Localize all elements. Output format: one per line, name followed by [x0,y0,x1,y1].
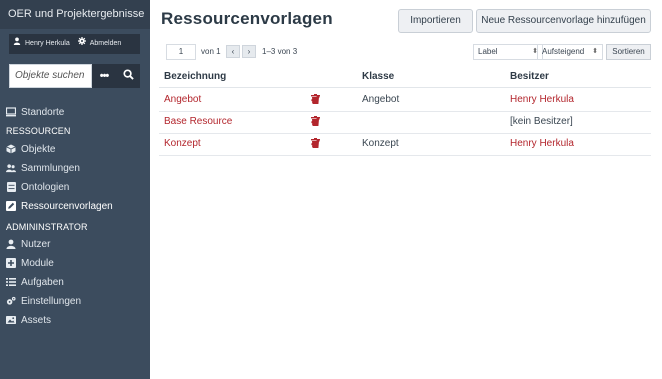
page-input[interactable]: 1 [166,44,196,60]
ellipsis-icon: ••• [99,70,110,82]
column-header-label: Bezeichnung [164,71,227,82]
sidebar-item-aufgaben[interactable]: Aufgaben [0,273,150,291]
search-button[interactable] [116,64,140,88]
list-icon [6,277,16,287]
more-actions-icon[interactable]: ••• [311,139,319,149]
sidebar-item-assets[interactable]: Assets [0,311,150,329]
app-brand[interactable]: OER und Projektergebnisse [0,0,150,29]
column-header-class: Klasse [362,71,395,82]
main-content: Ressourcenvorlagen Importieren Neue Ress… [150,0,662,379]
search-form: Objekte suchen ••• [9,64,140,88]
more-actions-icon[interactable]: ••• [311,117,319,127]
chevron-left-icon: ‹ [231,47,235,56]
sort-by-value: Label [478,47,498,56]
sort-order-value: Aufsteigend [542,47,585,56]
table-header: Bezeichnung Klasse Besitzer [159,68,651,88]
previous-page-button[interactable]: ‹ [226,45,240,58]
edit-icon [6,201,16,211]
user-icon [13,34,21,54]
plus-square-icon [6,258,16,268]
monitor-icon [6,107,16,117]
sidebar-item-label: Einstellungen [21,295,82,307]
table-row: Konzept ••• Konzept Henry Herkula [159,133,651,156]
logout-link[interactable]: Abmelden [90,34,122,54]
template-label-link[interactable]: Konzept [164,138,201,149]
server-icon [6,182,16,192]
sort-by-select[interactable]: Label ⬍ [473,44,543,60]
column-header-owner: Besitzer [510,71,549,82]
user-name-link[interactable]: Henry Herkula [25,34,70,54]
page-title: Ressourcenvorlagen [161,9,333,28]
sidebar-item-label: Nutzer [21,238,51,250]
table-row: Base Resource ••• [kein Besitzer] [159,111,651,134]
pagination-bar: 1 von 1 ‹ › 1–3 von 3 Label ⬍ Aufsteigen… [159,44,651,60]
gear-icon [77,34,86,54]
import-button[interactable]: Importieren [398,9,473,33]
more-actions-icon[interactable]: ••• [311,95,319,105]
image-icon [6,315,16,325]
template-class: Angebot [362,94,400,105]
result-range: 1–3 von 3 [262,47,298,56]
template-label-link[interactable]: Angebot [164,94,201,105]
sidebar-item-label: Standorte [21,106,65,118]
add-resource-template-button[interactable]: Neue Ressourcenvorlage hinzufügen [476,9,651,33]
sidebar-item-label: Module [21,257,54,269]
sidebar-item-label: Aufgaben [21,276,64,288]
template-label-link[interactable]: Base Resource [164,116,232,127]
section-heading-admin: ADMININSTRATOR [6,222,88,232]
sidebar-item-nutzer[interactable]: Nutzer [0,235,150,253]
owner-text: [kein Besitzer] [510,116,573,127]
search-icon [122,69,134,83]
table-row: Angebot ••• Angebot Henry Herkula [159,89,651,112]
sidebar-item-ressourcenvorlagen[interactable]: Ressourcenvorlagen [0,197,150,215]
sort-button[interactable]: Sortieren [606,44,651,60]
sidebar-item-label: Objekte [21,143,56,155]
cube-icon [6,144,16,154]
sidebar-item-label: Sammlungen [21,162,80,174]
cogs-icon [6,296,16,306]
sidebar: OER und Projektergebnisse Henry Herkula … [0,0,150,379]
sidebar-item-label: Ontologien [21,181,70,193]
section-heading-resources: RESSOURCEN [6,126,71,136]
sidebar-item-einstellungen[interactable]: Einstellungen [0,292,150,310]
select-caret-icon: ⬍ [592,48,598,55]
sidebar-item-label: Ressourcenvorlagen [21,200,113,212]
owner-link[interactable]: Henry Herkula [510,94,574,105]
users-icon [6,163,16,173]
page-count: von 1 [201,47,221,56]
sidebar-item-objekte[interactable]: Objekte [0,140,150,158]
template-class: Konzept [362,138,399,149]
next-page-button[interactable]: › [242,45,256,58]
sidebar-item-label: Assets [21,314,52,326]
owner-link[interactable]: Henry Herkula [510,138,574,149]
sidebar-item-sammlungen[interactable]: Sammlungen [0,159,150,177]
search-input[interactable]: Objekte suchen [9,64,92,88]
sort-order-select[interactable]: Aufsteigend ⬍ [537,44,603,60]
chevron-right-icon: › [247,47,251,56]
user-icon [6,239,16,249]
search-options-button[interactable]: ••• [92,64,116,88]
user-bar: Henry Herkula Abmelden [9,34,140,54]
sidebar-item-module[interactable]: Module [0,254,150,272]
sidebar-item-ontologien[interactable]: Ontologien [0,178,150,196]
sidebar-item-standorte[interactable]: Standorte [0,103,150,121]
